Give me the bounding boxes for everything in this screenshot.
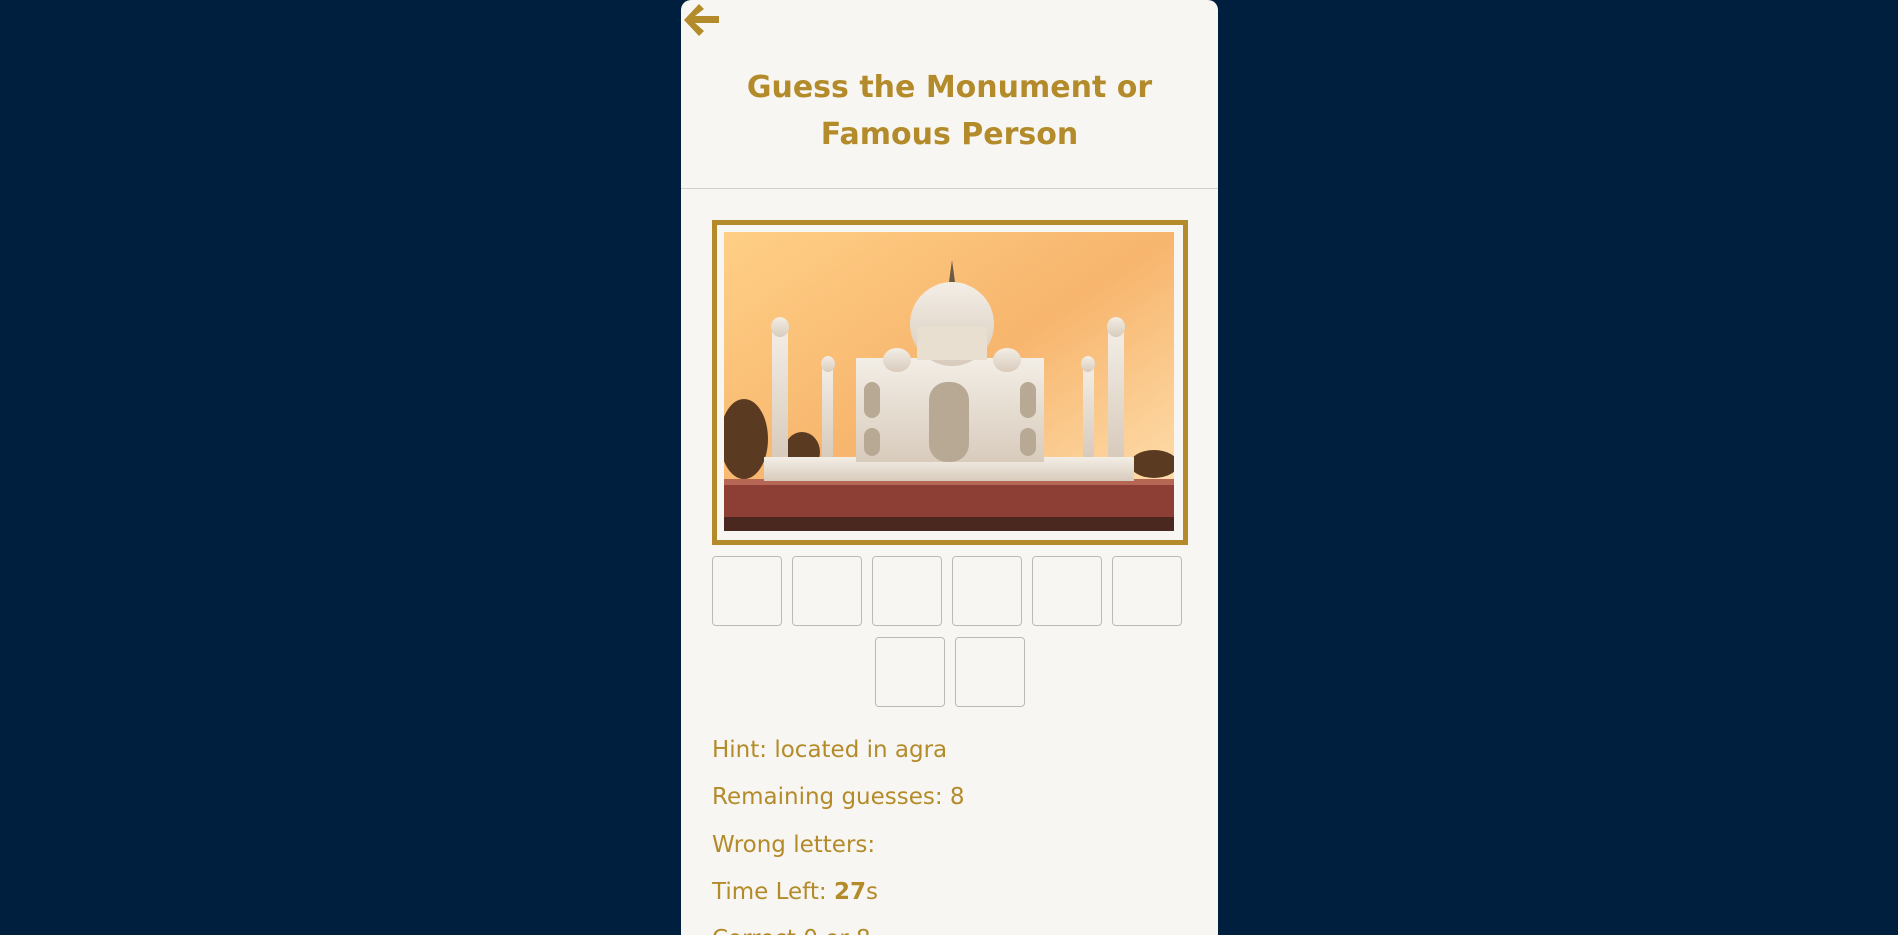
arrow-left-icon: [684, 4, 719, 36]
time-left-value: 27: [833, 879, 866, 905]
header-divider: [681, 188, 1218, 189]
game-panel: Guess the Monument or Famous Person Hint…: [681, 0, 1218, 935]
letter-box-6[interactable]: [1112, 556, 1182, 626]
wrong-letters-text: Wrong letters:: [712, 832, 876, 858]
time-left-unit: s: [865, 879, 878, 905]
title-line-2: Famous Person: [820, 117, 1079, 152]
letter-box-7[interactable]: [875, 637, 945, 707]
letter-box-8[interactable]: [955, 637, 1025, 707]
title-line-1: Guess the Monument or: [746, 70, 1153, 105]
correct-count-text: Correct 0 or 8: [712, 924, 871, 935]
letter-box-1[interactable]: [712, 556, 782, 626]
time-left: Time Left: 27s: [712, 877, 878, 907]
letter-box-3[interactable]: [872, 556, 942, 626]
letter-box-4[interactable]: [952, 556, 1022, 626]
page-title: Guess the Monument or Famous Person: [681, 64, 1218, 158]
letter-box-5[interactable]: [1032, 556, 1102, 626]
time-left-label: Time Left:: [712, 879, 834, 905]
hint-text: Hint: located in agra: [712, 737, 948, 763]
back-button[interactable]: [681, 0, 723, 42]
puzzle-image: [724, 232, 1174, 531]
letter-box-2[interactable]: [792, 556, 862, 626]
remaining-guesses-text: Remaining guesses: 8: [712, 784, 965, 810]
puzzle-image-frame: [712, 220, 1188, 545]
